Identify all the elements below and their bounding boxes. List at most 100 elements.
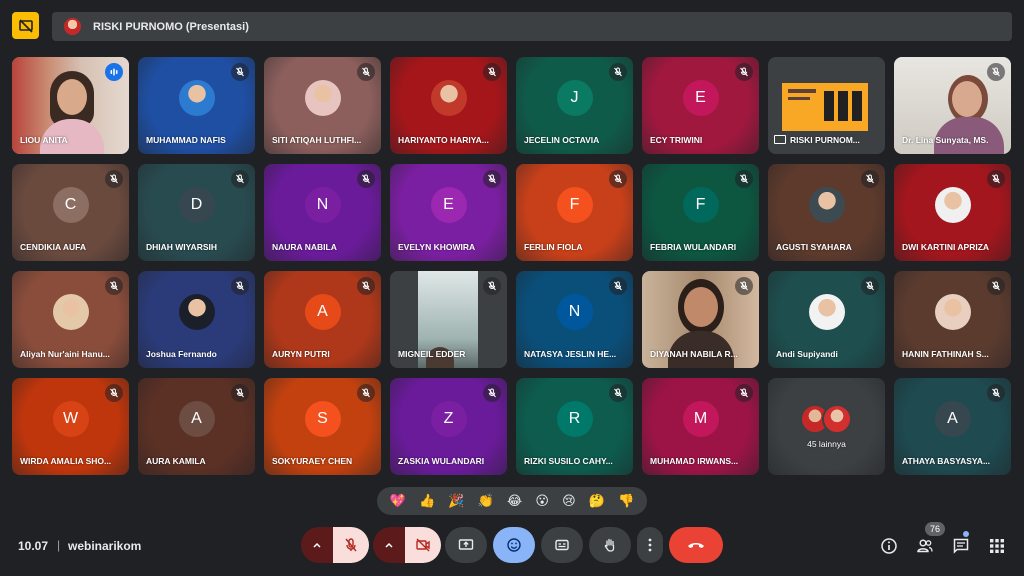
camera-options-button[interactable] xyxy=(373,527,405,563)
participant-name-text: DWI KARTINI APRIZA xyxy=(902,242,990,252)
participant-tile[interactable]: C CENDIKIA AUFA xyxy=(12,164,129,261)
participant-name-text: WIRDA AMALIA SHO... xyxy=(20,456,112,466)
participant-tile[interactable]: SITI ATIQAH LUTHFI... xyxy=(264,57,381,154)
participant-tile[interactable]: Z ZASKIA WULANDARI xyxy=(390,378,507,475)
meeting-details-button[interactable] xyxy=(879,536,899,556)
people-button[interactable] xyxy=(915,536,935,556)
avatar xyxy=(178,293,215,330)
mic-off-icon xyxy=(992,67,1000,77)
reaction-emoji[interactable]: 🤔 xyxy=(589,495,605,508)
participant-initial: D xyxy=(178,186,215,223)
activities-button[interactable] xyxy=(987,536,1007,556)
participant-name-text: LIOU ANITA xyxy=(20,135,68,145)
mic-off-icon xyxy=(236,388,244,398)
reaction-emoji[interactable]: 👍 xyxy=(419,495,435,508)
participant-name: NAURA NABILA xyxy=(272,242,375,252)
participant-name-text: NATASYA JESLIN HE... xyxy=(524,349,617,359)
participant-tile[interactable]: 45 lainnya xyxy=(768,378,885,475)
participant-tile[interactable]: Dr. Lina Sunyata, MS. xyxy=(894,57,1011,154)
reaction-emoji[interactable]: 😂 xyxy=(507,495,522,508)
participant-tile[interactable]: MUHAMMAD NAFIS xyxy=(138,57,255,154)
avatar xyxy=(64,18,81,35)
more-options-button[interactable] xyxy=(637,527,663,563)
captions-button[interactable] xyxy=(541,527,583,563)
mic-off-icon xyxy=(110,174,118,184)
avatar xyxy=(808,293,845,330)
mic-toggle-button[interactable] xyxy=(333,527,369,563)
participant-tile[interactable]: LIOU ANITA xyxy=(12,57,129,154)
mic-status xyxy=(861,170,879,188)
mic-off-icon xyxy=(488,388,496,398)
mic-off-icon xyxy=(740,388,748,398)
participant-initial: Z xyxy=(430,400,467,437)
chevron-up-icon xyxy=(313,542,321,548)
mic-off-icon xyxy=(110,388,118,398)
reaction-emoji[interactable]: 🎉 xyxy=(448,495,464,508)
participant-tile[interactable]: N NAURA NABILA xyxy=(264,164,381,261)
chat-button[interactable] xyxy=(951,536,971,556)
participant-initial: F xyxy=(682,186,719,223)
call-end-icon xyxy=(688,543,704,548)
participant-tile[interactable]: RISKI PURNOM... xyxy=(768,57,885,154)
participant-tile[interactable]: HANIN FATHINAH S... xyxy=(894,271,1011,368)
participant-initial: E xyxy=(430,186,467,223)
participant-name-text: AURA KAMILA xyxy=(146,456,206,466)
avatar xyxy=(934,186,971,223)
participant-name-text: Andi Supiyandi xyxy=(776,349,838,359)
participant-name: ATHAYA BASYASYA... xyxy=(902,456,1005,466)
participant-tile[interactable]: S SOKYURAEY CHEN xyxy=(264,378,381,475)
reaction-emoji[interactable]: 😢 xyxy=(562,495,576,508)
participant-tile[interactable]: F FEBRIA WULANDARI xyxy=(642,164,759,261)
participant-tile[interactable]: DIYANAH NABILA R... xyxy=(642,271,759,368)
participant-tile[interactable]: D DHIAH WIYARSIH xyxy=(138,164,255,261)
mic-status xyxy=(357,384,375,402)
participant-tile[interactable]: E EVELYN KHOWIRA xyxy=(390,164,507,261)
camera-toggle-button[interactable] xyxy=(405,527,441,563)
participant-tile[interactable]: J JECELIN OCTAVIA xyxy=(516,57,633,154)
mic-status xyxy=(987,277,1005,295)
participant-name-text: FEBRIA WULANDARI xyxy=(650,242,737,252)
participant-tile[interactable]: M MUHAMAD IRWANS... xyxy=(642,378,759,475)
send-reaction-button[interactable] xyxy=(493,527,535,563)
participant-tile[interactable]: DWI KARTINI APRIZA xyxy=(894,164,1011,261)
participant-tile[interactable]: A AURYN PUTRI xyxy=(264,271,381,368)
participant-tile[interactable]: A ATHAYA BASYASYA... xyxy=(894,378,1011,475)
participant-name-text: NAURA NABILA xyxy=(272,242,337,252)
participant-initial: M xyxy=(682,400,719,437)
meeting-code[interactable]: webinarikom xyxy=(68,539,141,553)
participant-tile[interactable]: F FERLIN FIOLA xyxy=(516,164,633,261)
raise-hand-button[interactable] xyxy=(589,527,631,563)
reaction-emoji[interactable]: 💖 xyxy=(390,495,406,508)
participant-tile[interactable]: N NATASYA JESLIN HE... xyxy=(516,271,633,368)
present-now-button[interactable] xyxy=(445,527,487,563)
participant-initial: A xyxy=(178,400,215,437)
participant-tile[interactable]: E ECY TRIWINI xyxy=(642,57,759,154)
mic-options-button[interactable] xyxy=(301,527,333,563)
participant-tile[interactable]: Andi Supiyandi xyxy=(768,271,885,368)
presentation-toggle-button[interactable] xyxy=(12,12,39,39)
participant-name: AURYN PUTRI xyxy=(272,349,375,359)
presenter-banner[interactable]: RISKI PURNOMO (Presentasi) xyxy=(52,12,1012,41)
participant-tile[interactable]: AGUSTI SYAHARA xyxy=(768,164,885,261)
leave-call-button[interactable] xyxy=(669,527,723,563)
mic-status xyxy=(231,384,249,402)
mic-off-icon xyxy=(236,67,244,77)
participant-tile[interactable]: MIGNEIL EDDER xyxy=(390,271,507,368)
hangup-control xyxy=(669,527,723,563)
participant-name-text: ZASKIA WULANDARI xyxy=(398,456,485,466)
mic-status xyxy=(987,63,1005,81)
participant-tile[interactable]: W WIRDA AMALIA SHO... xyxy=(12,378,129,475)
mic-status xyxy=(987,384,1005,402)
participant-tile[interactable]: Aliyah Nur'aini Hanu... xyxy=(12,271,129,368)
avatar xyxy=(430,79,467,116)
participant-tile[interactable]: R RIZKI SUSILO CAHY... xyxy=(516,378,633,475)
participant-tile[interactable]: A AURA KAMILA xyxy=(138,378,255,475)
participant-tile[interactable]: HARIYANTO HARIYA... xyxy=(390,57,507,154)
reaction-emoji[interactable]: 👏 xyxy=(478,495,494,508)
mic-status xyxy=(483,384,501,402)
reaction-emoji[interactable]: 👎 xyxy=(618,495,634,508)
participant-name-text: ECY TRIWINI xyxy=(650,135,703,145)
participant-tile[interactable]: Joshua Fernando xyxy=(138,271,255,368)
reaction-emoji[interactable]: 😮 xyxy=(535,495,549,508)
participant-name-text: RIZKI SUSILO CAHY... xyxy=(524,456,613,466)
